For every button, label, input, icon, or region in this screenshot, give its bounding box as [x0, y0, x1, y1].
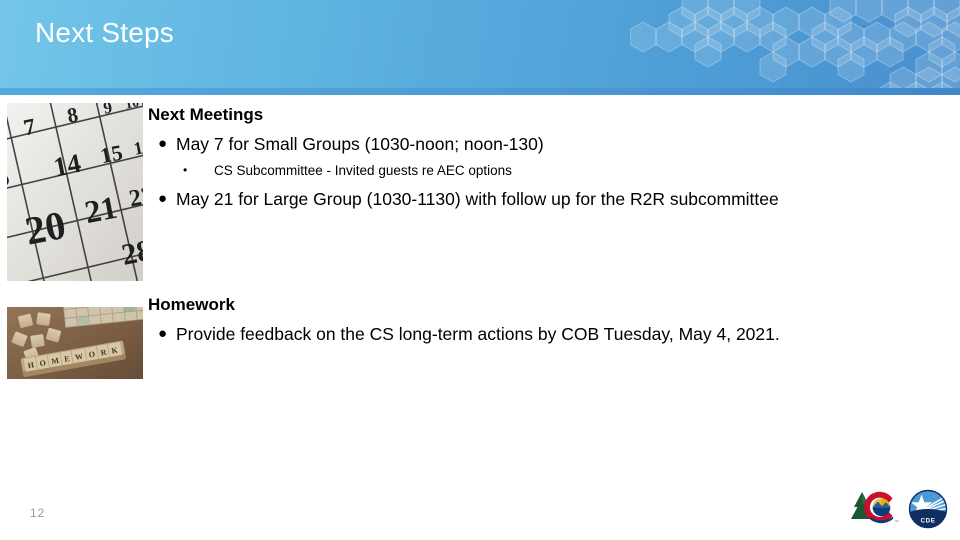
list-item-text: Provide feedback on the CS long-term act…: [176, 324, 780, 345]
footer-logos: ™ CDE: [843, 484, 953, 534]
section-heading-next-meetings: Next Meetings: [148, 105, 264, 124]
homework-section: Homework ● Provide feedback on the CS lo…: [148, 294, 948, 346]
list-item: • CS Subcommittee - Invited guests re AE…: [148, 163, 948, 180]
list-item: ● May 21 for Large Group (1030-1130) wit…: [148, 188, 948, 210]
slide-title: Next Steps: [35, 17, 174, 48]
bullet-marker-icon: ●: [158, 135, 168, 153]
svg-text:CDE: CDE: [921, 518, 936, 525]
header-accent-strip: [0, 88, 960, 95]
list-item-text: CS Subcommittee - Invited guests re AEC …: [214, 162, 512, 178]
calendar-photo: 7 8 9 10 3 14 15 16 20 21 22 28: [7, 103, 143, 281]
page-number: 12: [30, 506, 46, 520]
bullet-marker-icon: ●: [158, 325, 168, 343]
section-heading-homework: Homework: [148, 295, 235, 314]
hexagon-pattern-icon: [630, 0, 960, 95]
sub-bullet-marker-icon: •: [183, 162, 188, 177]
colorado-state-logo: ™: [851, 491, 899, 524]
list-item: ● May 7 for Small Groups (1030-noon; noo…: [148, 133, 948, 155]
list-item-text: May 21 for Large Group (1030-1130) with …: [176, 188, 779, 209]
slide-header-banner: Next Steps: [0, 0, 960, 95]
list-item-text: May 7 for Small Groups (1030-noon; noon-…: [176, 134, 544, 155]
bullet-marker-icon: ●: [158, 189, 168, 207]
cde-logo: CDE: [908, 489, 948, 529]
next-meetings-section: Next Meetings ● May 7 for Small Groups (…: [148, 104, 948, 210]
list-item: ● Provide feedback on the CS long-term a…: [148, 323, 948, 345]
svg-text:™: ™: [895, 519, 899, 524]
homework-photo: H O M E W O R K: [7, 307, 143, 379]
